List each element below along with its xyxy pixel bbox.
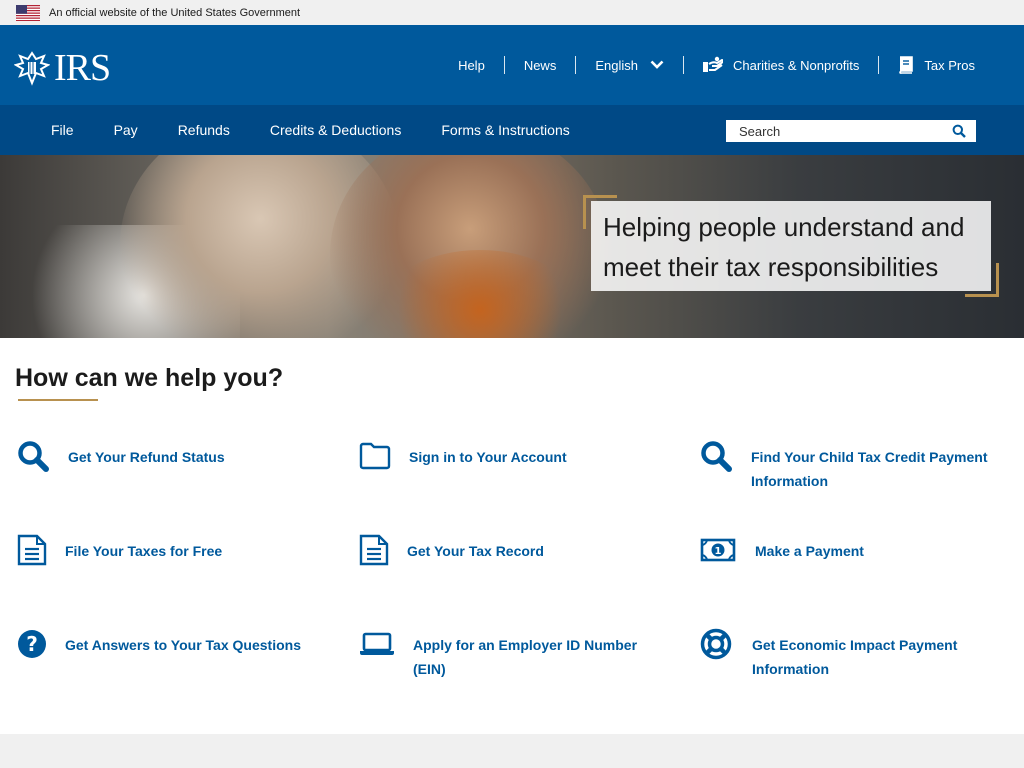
news-link-label: News xyxy=(523,57,557,73)
help-link[interactable]: Help xyxy=(439,54,504,76)
tile-economic-impact[interactable]: Get Economic Impact Payment Information xyxy=(700,628,1010,681)
search-icon xyxy=(952,124,966,138)
laptop-icon xyxy=(359,628,413,660)
hero-headline: Helping people understand and meet their… xyxy=(603,212,965,282)
search-icon xyxy=(17,440,68,472)
tile-label: Get Answers to Your Tax Questions xyxy=(65,637,301,653)
hero-card: Helping people understand and meet their… xyxy=(591,201,991,291)
money-icon: 1 xyxy=(700,534,755,566)
main-nav: File Pay Refunds Credits & Deductions Fo… xyxy=(0,105,1024,155)
tile-label: Get Your Tax Record xyxy=(407,543,544,559)
hero-banner: Helping people understand and meet their… xyxy=(0,155,1024,338)
tile-employer-id[interactable]: Apply for an Employer ID Number (EIN) xyxy=(359,628,669,681)
lifebuoy-icon xyxy=(700,628,752,660)
nav-item-forms-instructions[interactable]: Forms & Instructions xyxy=(421,122,589,138)
tile-label: Get Your Refund Status xyxy=(68,449,225,465)
gov-banner: An official website of the United States… xyxy=(0,0,1024,25)
irs-logo[interactable]: IRS xyxy=(14,47,111,89)
util-divider xyxy=(682,56,684,74)
heading-underline xyxy=(18,399,98,401)
tile-tax-questions[interactable]: ? Get Answers to Your Tax Questions xyxy=(17,628,327,660)
site-header: IRS Help News English Charities & Nonpro… xyxy=(0,25,1024,105)
charities-link[interactable]: Charities & Nonprofits xyxy=(684,54,878,76)
util-divider xyxy=(503,56,505,74)
help-heading: How can we help you? xyxy=(15,364,284,392)
gov-banner-text: An official website of the United States… xyxy=(49,6,301,19)
nav-items: File Pay Refunds Credits & Deductions Fo… xyxy=(31,105,590,155)
nav-item-credits-deductions[interactable]: Credits & Deductions xyxy=(250,122,422,138)
question-icon: ? xyxy=(17,628,65,660)
charities-link-label: Charities & Nonprofits xyxy=(732,57,860,73)
nav-item-refunds[interactable]: Refunds xyxy=(158,122,250,138)
news-link[interactable]: News xyxy=(505,54,576,76)
tile-file-free[interactable]: File Your Taxes for Free xyxy=(17,534,317,566)
tile-refund-status[interactable]: Get Your Refund Status xyxy=(17,440,317,472)
svg-text:?: ? xyxy=(26,632,38,656)
document-icon xyxy=(359,534,407,566)
tile-sign-in[interactable]: Sign in to Your Account xyxy=(359,440,659,472)
tile-make-payment[interactable]: 1 Make a Payment xyxy=(700,534,1000,566)
folder-icon xyxy=(359,440,409,472)
eagle-icon xyxy=(14,51,50,86)
tax-pros-link[interactable]: Tax Pros xyxy=(879,54,994,76)
search-box xyxy=(726,120,976,142)
tile-label: Make a Payment xyxy=(755,543,864,559)
hero-corner-accent xyxy=(965,263,999,297)
footer-strip xyxy=(0,734,1024,768)
tile-label: Sign in to Your Account xyxy=(409,449,567,465)
hand-icon xyxy=(702,56,723,72)
language-select[interactable]: English xyxy=(576,54,683,76)
language-label: English xyxy=(595,57,638,73)
nav-item-file[interactable]: File xyxy=(31,122,94,138)
util-divider xyxy=(575,56,577,74)
tax-pros-link-label: Tax Pros xyxy=(924,57,975,73)
help-link-label: Help xyxy=(458,57,485,73)
us-flag-icon xyxy=(16,4,40,21)
tile-child-tax-credit[interactable]: Find Your Child Tax Credit Payment Infor… xyxy=(700,440,1010,493)
utility-nav: Help News English Charities & Nonprofits xyxy=(439,25,994,105)
chevron-down-icon xyxy=(650,60,664,69)
tile-label: Apply for an Employer ID Number (EIN) xyxy=(413,637,638,677)
search-input[interactable] xyxy=(726,121,944,141)
svg-text:1: 1 xyxy=(715,546,722,557)
document-icon xyxy=(17,534,65,566)
logo-text: IRS xyxy=(54,47,111,89)
search-button[interactable] xyxy=(944,120,974,142)
tile-tax-record[interactable]: Get Your Tax Record xyxy=(359,534,659,566)
book-icon xyxy=(899,56,914,74)
nav-item-pay[interactable]: Pay xyxy=(94,122,158,138)
tile-label: Find Your Child Tax Credit Payment Infor… xyxy=(751,449,988,489)
search-icon xyxy=(700,440,751,472)
util-divider xyxy=(878,56,880,74)
tile-label: File Your Taxes for Free xyxy=(65,543,223,559)
tile-label: Get Economic Impact Payment Information xyxy=(752,637,958,677)
